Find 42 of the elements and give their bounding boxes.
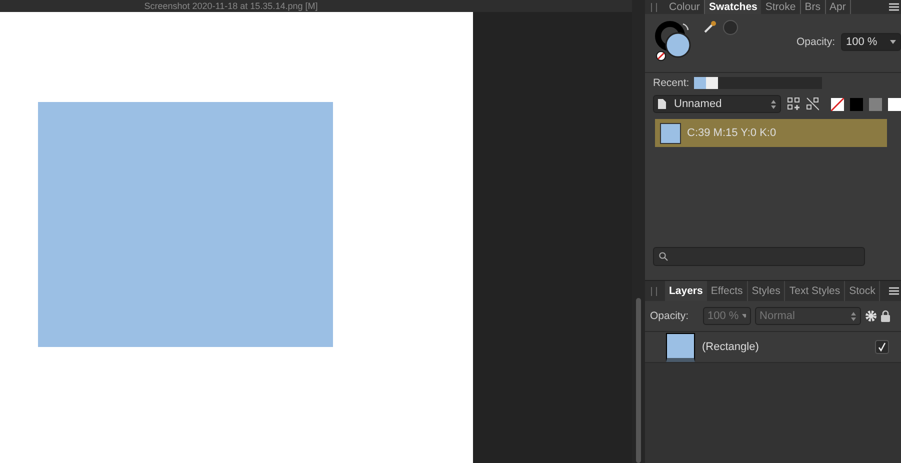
grip-icon[interactable] (651, 286, 657, 296)
panel-tab[interactable]: Brs (800, 0, 826, 14)
color-swatch[interactable] (850, 98, 863, 110)
document-icon (658, 99, 666, 109)
recent-swatch[interactable] (694, 77, 706, 89)
opacity-label: Opacity: (796, 36, 835, 48)
eyedropper-icon[interactable] (703, 20, 717, 34)
caret-icon (887, 40, 896, 44)
swatch-label: C:39 M:15 Y:0 K:0 (687, 127, 776, 139)
panel-tab[interactable]: Text Styles (785, 281, 846, 301)
stepper-icon (770, 100, 776, 108)
layer-thumbnail (666, 332, 695, 362)
opacity-dropdown[interactable]: 100 % (841, 33, 901, 51)
swatch-item[interactable]: C:39 M:15 Y:0 K:0 (655, 119, 887, 147)
color-swatch[interactable] (888, 98, 901, 110)
color-sample-icon (723, 20, 738, 35)
panel-tab[interactable]: Layers (665, 281, 707, 301)
panel-tab[interactable]: Apr (826, 0, 851, 14)
panel-tab[interactable]: Effects (706, 281, 748, 301)
settings-icon[interactable] (864, 310, 877, 322)
document-title: Screenshot 2020-11-18 at 15.35.14.png [M] (144, 1, 318, 11)
lock-icon[interactable] (880, 310, 890, 322)
panel-tab[interactable]: Stock (845, 281, 880, 301)
scroll-thumb[interactable] (636, 298, 641, 463)
menu-icon[interactable] (889, 287, 899, 295)
recent-label: Recent: (653, 77, 690, 89)
palette-dropdown[interactable]: Unnamed (653, 95, 781, 113)
menu-icon[interactable] (889, 3, 899, 11)
search-icon (659, 252, 668, 261)
search-field[interactable] (653, 247, 865, 266)
panel-tab[interactable]: Stroke (761, 0, 801, 14)
panel-tab[interactable]: Swatches (704, 0, 762, 14)
grip-icon[interactable] (651, 2, 657, 12)
swatch-tools-icon[interactable] (806, 97, 819, 111)
add-swatch-icon[interactable] (786, 97, 800, 111)
opacity-label: Opacity: (650, 310, 689, 322)
color-swatch[interactable] (868, 98, 882, 110)
panel-tab[interactable]: Styles (748, 281, 786, 301)
stepper-icon (850, 312, 856, 320)
recent-swatch[interactable] (706, 77, 718, 89)
no-color-swatch[interactable] (830, 98, 844, 110)
layer-name: (Rectangle) (702, 341, 760, 353)
